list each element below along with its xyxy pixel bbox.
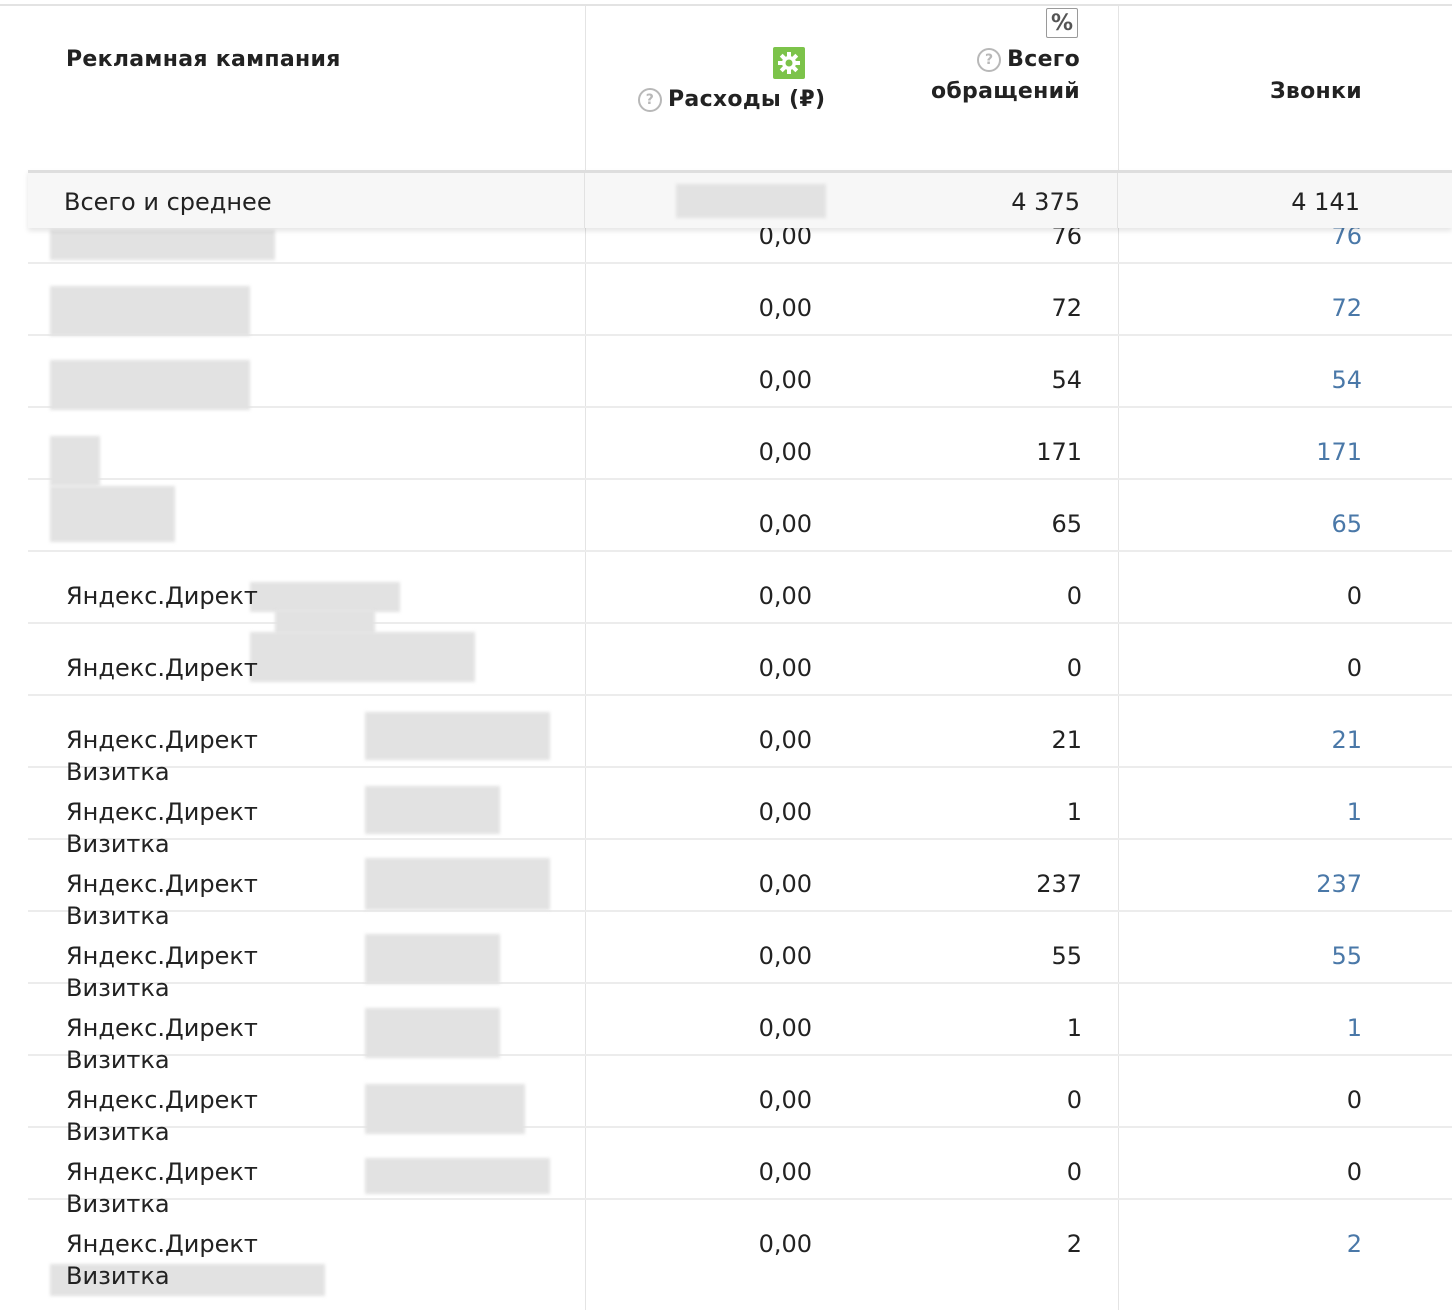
calls-value[interactable]: 21 bbox=[1162, 724, 1362, 756]
spend-value: 0,00 bbox=[758, 1158, 812, 1186]
total-value: 2 bbox=[1066, 1230, 1082, 1258]
column-header-total[interactable]: ? Всего обращений bbox=[880, 44, 1080, 108]
redacted-value bbox=[676, 184, 826, 218]
calls-value[interactable]: 72 bbox=[1162, 292, 1362, 324]
spend-value: 0,00 bbox=[758, 726, 812, 754]
spend-value: 0,00 bbox=[758, 1086, 812, 1114]
table-top-border bbox=[0, 4, 1452, 6]
spend-value: 0,00 bbox=[758, 798, 812, 826]
total-value: 54 bbox=[1051, 366, 1082, 394]
column-header-spend[interactable]: ? Расходы (₽) bbox=[638, 84, 825, 116]
total-value: 237 bbox=[1036, 870, 1082, 898]
gear-icon[interactable] bbox=[773, 47, 805, 79]
row-divider bbox=[28, 622, 1452, 624]
redacted-campaign-name bbox=[50, 286, 250, 336]
spend-value: 0,00 bbox=[758, 510, 812, 538]
calls-value[interactable]: 55 bbox=[1162, 940, 1362, 972]
column-header-spend-label: Расходы (₽) bbox=[668, 87, 826, 112]
calls-value[interactable]: 1 bbox=[1162, 1012, 1362, 1044]
redacted-campaign-name bbox=[365, 786, 500, 834]
redacted-campaign-name bbox=[50, 486, 175, 542]
redacted-campaign-name bbox=[275, 610, 375, 634]
campaign-name[interactable]: Яндекс.Директ Визитка bbox=[66, 796, 258, 860]
calls-value: 0 bbox=[1346, 654, 1362, 682]
row-divider bbox=[28, 550, 1452, 552]
calls-value[interactable]: 65 bbox=[1162, 508, 1362, 540]
total-value: 0 bbox=[1066, 582, 1082, 610]
campaign-name[interactable]: Яндекс.Директ Визитка bbox=[66, 1012, 258, 1076]
column-header-total-line2: обращений bbox=[930, 79, 1080, 104]
redacted-campaign-name bbox=[365, 712, 550, 760]
column-header-calls[interactable]: Звонки bbox=[1200, 76, 1362, 108]
question-circle-icon[interactable]: ? bbox=[638, 88, 662, 112]
total-value: 21 bbox=[1051, 726, 1082, 754]
spend-value: 0,00 bbox=[758, 294, 812, 322]
calls-value: 0 bbox=[1346, 582, 1362, 610]
campaign-name[interactable]: Яндекс.Директ Визитка bbox=[66, 1228, 258, 1292]
redacted-campaign-name bbox=[365, 1008, 500, 1058]
calls-value[interactable]: 2 bbox=[1162, 1228, 1362, 1260]
calls-value[interactable]: 237 bbox=[1162, 868, 1362, 900]
spend-value: 0,00 bbox=[758, 438, 812, 466]
redacted-campaign-name bbox=[50, 360, 250, 410]
total-value: 171 bbox=[1036, 438, 1082, 466]
total-value: 55 bbox=[1051, 942, 1082, 970]
totals-label: Всего и среднее bbox=[64, 188, 272, 216]
spend-value: 0,00 bbox=[758, 582, 812, 610]
column-header-total-line1: Всего bbox=[1007, 47, 1080, 72]
redacted-campaign-name bbox=[250, 582, 400, 612]
spend-value: 0,00 bbox=[758, 1014, 812, 1042]
spend-value: 0,00 bbox=[758, 942, 812, 970]
total-value: 72 bbox=[1051, 294, 1082, 322]
totals-total: 4 375 bbox=[1011, 188, 1080, 216]
total-value: 0 bbox=[1066, 654, 1082, 682]
total-value: 65 bbox=[1051, 510, 1082, 538]
question-circle-icon[interactable]: ? bbox=[977, 48, 1002, 72]
row-divider bbox=[28, 262, 1452, 264]
percent-icon[interactable]: % bbox=[1046, 8, 1078, 38]
total-value: 1 bbox=[1066, 798, 1082, 826]
redacted-campaign-name bbox=[365, 934, 500, 984]
redacted-campaign-name bbox=[365, 1084, 525, 1134]
total-value: 0 bbox=[1066, 1158, 1082, 1186]
total-value: 1 bbox=[1066, 1014, 1082, 1042]
campaign-name[interactable]: Яндекс.Директ Визитка bbox=[66, 724, 258, 788]
campaign-name[interactable]: Яндекс.Директ Визитка bbox=[66, 1156, 258, 1220]
spend-value: 0,00 bbox=[758, 870, 812, 898]
redacted-campaign-name bbox=[365, 858, 550, 910]
calls-value[interactable]: 171 bbox=[1162, 436, 1362, 468]
redacted-campaign-name bbox=[365, 1158, 550, 1194]
spend-value: 0,00 bbox=[758, 1230, 812, 1258]
calls-value: 0 bbox=[1346, 1086, 1362, 1114]
column-header-campaign[interactable]: Рекламная кампания bbox=[66, 44, 341, 76]
redacted-campaign-name bbox=[250, 632, 475, 682]
campaign-name[interactable]: Яндекс.Директ bbox=[66, 580, 258, 612]
spend-value: 0,00 bbox=[758, 366, 812, 394]
campaign-name[interactable]: Яндекс.Директ Визитка bbox=[66, 940, 258, 1004]
row-divider bbox=[28, 478, 1452, 480]
row-divider bbox=[28, 694, 1452, 696]
calls-value: 0 bbox=[1346, 1158, 1362, 1186]
spend-value: 0,00 bbox=[758, 654, 812, 682]
calls-value[interactable]: 1 bbox=[1162, 796, 1362, 828]
total-value: 0 bbox=[1066, 1086, 1082, 1114]
calls-value[interactable]: 54 bbox=[1162, 364, 1362, 396]
campaign-name[interactable]: Яндекс.Директ Визитка bbox=[66, 1084, 258, 1148]
totals-calls: 4 141 bbox=[1291, 188, 1360, 216]
redacted-campaign-name bbox=[50, 230, 275, 260]
campaign-name[interactable]: Яндекс.Директ bbox=[66, 652, 258, 684]
redacted-campaign-name bbox=[50, 436, 100, 486]
campaign-name[interactable]: Яндекс.Директ Визитка bbox=[66, 868, 258, 932]
